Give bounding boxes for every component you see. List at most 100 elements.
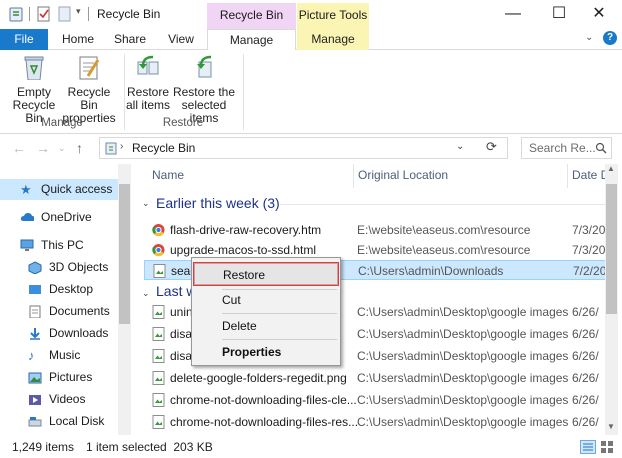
chevron-down-icon[interactable]: ⌄ bbox=[585, 32, 593, 43]
close-button[interactable]: ✕ bbox=[576, 0, 622, 29]
scroll-up-icon[interactable]: ▲ bbox=[607, 164, 615, 173]
image-file-icon bbox=[152, 415, 165, 429]
breadcrumb[interactable]: Recycle Bin bbox=[132, 141, 195, 155]
nav-item-music[interactable]: ♪ Music bbox=[28, 345, 118, 366]
nav-label: Downloads bbox=[49, 326, 109, 340]
nav-label: This PC bbox=[41, 238, 84, 252]
nav-scrollbar[interactable] bbox=[118, 164, 131, 435]
recycle-bin-icon bbox=[105, 142, 117, 155]
nav-item-onedrive[interactable]: OneDrive bbox=[20, 207, 118, 228]
empty-recycle-bin-button[interactable]: Empty Recycle Bin bbox=[5, 54, 63, 125]
tab-manage-picture[interactable]: Manage bbox=[297, 29, 369, 50]
restore-all-icon bbox=[137, 55, 159, 75]
file-row[interactable]: chrome-not-downloading-files-cle... C:\Us… bbox=[144, 390, 610, 410]
date-deleted: 6/26/ bbox=[572, 415, 599, 429]
large-icons-view-icon[interactable] bbox=[600, 440, 614, 454]
videos-icon bbox=[29, 395, 41, 405]
group-collapse-chevron-icon[interactable]: ⌄ bbox=[142, 288, 150, 299]
vertical-scrollbar[interactable]: ▲ ▼ bbox=[605, 164, 618, 435]
image-file-icon bbox=[152, 327, 165, 341]
file-name: delete-google-folders-regedit.png bbox=[170, 371, 347, 385]
original-location: E:\website\easeus.com\resource bbox=[357, 243, 531, 257]
chevron-down-icon[interactable]: ⌄ bbox=[58, 143, 66, 154]
new-folder-icon[interactable] bbox=[58, 6, 72, 22]
props-label-line1: Recycle Bin bbox=[67, 85, 111, 112]
breadcrumb-chevron-icon: › bbox=[120, 141, 124, 152]
minimize-button[interactable]: — bbox=[490, 0, 536, 29]
tab-view[interactable]: View bbox=[158, 29, 204, 50]
file-name: chrome-not-downloading-files-cle... bbox=[170, 393, 357, 407]
nav-label: OneDrive bbox=[41, 210, 92, 224]
cloud-icon bbox=[20, 213, 34, 221]
restore-selected-button[interactable]: Restore the selected items bbox=[170, 54, 238, 125]
selection-info: 1 item selected 203 KB bbox=[86, 440, 213, 454]
date-deleted: 6/26/ bbox=[572, 327, 599, 341]
chevron-down-icon[interactable]: ▾ bbox=[76, 6, 81, 22]
tab-manage-recycle[interactable]: Manage bbox=[207, 29, 296, 51]
nav-label: 3D Objects bbox=[49, 260, 109, 274]
refresh-icon[interactable]: ⟳ bbox=[486, 139, 497, 155]
nav-item-3d-objects[interactable]: 3D Objects bbox=[28, 257, 118, 278]
address-bar[interactable]: › Recycle Bin ⌄ ⟳ bbox=[99, 137, 508, 159]
nav-item-documents[interactable]: Documents bbox=[28, 301, 118, 322]
column-header-name[interactable]: Name bbox=[152, 164, 352, 188]
recycle-bin-properties-button[interactable]: Recycle Bin properties bbox=[62, 54, 116, 125]
original-location: C:\Users\admin\Desktop\google images bbox=[357, 393, 569, 407]
nav-item-quick-access[interactable]: ★ Quick access bbox=[20, 179, 118, 200]
details-view-icon[interactable] bbox=[580, 440, 596, 454]
scroll-down-icon[interactable]: ▼ bbox=[607, 422, 615, 431]
nav-item-local-disk[interactable]: Local Disk (C:) bbox=[28, 411, 118, 449]
original-location: E:\website\easeus.com\resource bbox=[357, 223, 531, 237]
file-row[interactable]: chrome-not-downloading-files-res... C:\Us… bbox=[144, 412, 610, 432]
date-deleted: 7/3/20 bbox=[572, 243, 606, 257]
group-header-earlier[interactable]: Earlier this week (3) bbox=[156, 192, 280, 214]
file-name: unin bbox=[170, 305, 193, 319]
nav-item-pictures[interactable]: Pictures bbox=[28, 367, 118, 388]
music-icon: ♪ bbox=[28, 348, 35, 363]
menu-item-restore[interactable]: Restore bbox=[193, 262, 339, 286]
help-icon[interactable]: ? bbox=[603, 31, 617, 45]
up-arrow-icon[interactable]: ↑ bbox=[76, 140, 83, 156]
file-row[interactable]: delete-google-folders-regedit.png C:\User… bbox=[144, 368, 610, 388]
nav-label: Pictures bbox=[49, 370, 93, 384]
tab-home[interactable]: Home bbox=[55, 29, 101, 50]
back-arrow-icon[interactable]: ← bbox=[12, 140, 26, 156]
restore-all-button[interactable]: Restore all items bbox=[126, 54, 170, 112]
search-icon bbox=[595, 142, 607, 154]
group-collapse-chevron-icon[interactable]: ⌄ bbox=[142, 198, 150, 209]
original-location: C:\Users\admin\Desktop\google images bbox=[357, 415, 569, 429]
status-bar: 1,249 items 1 item selected 203 KB bbox=[0, 436, 622, 458]
ribbon-tabs: File Home Share View Manage Manage ⌄ ? bbox=[0, 29, 622, 51]
chrome-icon bbox=[152, 224, 165, 237]
menu-item-cut[interactable]: Cut bbox=[194, 289, 338, 311]
tab-file[interactable]: File bbox=[0, 29, 48, 50]
tab-share[interactable]: Share bbox=[107, 29, 153, 50]
nav-item-videos[interactable]: Videos bbox=[28, 389, 118, 410]
pictures-icon bbox=[28, 372, 42, 384]
search-input[interactable]: Search Re... bbox=[521, 137, 612, 159]
recycle-bin-icon bbox=[9, 7, 23, 22]
navigation-pane: ★ Quick access OneDrive This PC 3D Objec… bbox=[0, 164, 132, 449]
group-label-manage: Manage bbox=[41, 117, 83, 129]
date-deleted: 6/26/ bbox=[572, 349, 599, 363]
date-deleted: 6/26/ bbox=[572, 371, 599, 385]
scroll-thumb[interactable] bbox=[606, 184, 617, 314]
properties-icon[interactable] bbox=[36, 6, 52, 22]
download-icon bbox=[30, 328, 40, 340]
scroll-thumb[interactable] bbox=[119, 184, 130, 324]
item-count: 1,249 items bbox=[12, 440, 75, 454]
forward-arrow-icon[interactable]: → bbox=[36, 140, 50, 156]
column-header-location[interactable]: Original Location bbox=[358, 164, 558, 188]
column-divider[interactable] bbox=[567, 164, 568, 188]
nav-item-desktop[interactable]: Desktop bbox=[28, 279, 118, 300]
chrome-icon bbox=[152, 244, 165, 257]
menu-separator bbox=[222, 339, 337, 340]
menu-item-properties[interactable]: Properties bbox=[194, 341, 338, 363]
menu-item-delete[interactable]: Delete bbox=[194, 315, 338, 337]
file-row[interactable]: flash-drive-raw-recovery.htm E:\website\e… bbox=[144, 220, 610, 240]
nav-item-downloads[interactable]: Downloads bbox=[28, 323, 118, 344]
computer-icon bbox=[20, 239, 34, 251]
original-location: C:\Users\admin\Desktop\google images bbox=[357, 349, 569, 363]
nav-item-this-pc[interactable]: This PC bbox=[20, 235, 118, 256]
chevron-down-icon[interactable]: ⌄ bbox=[456, 141, 464, 152]
